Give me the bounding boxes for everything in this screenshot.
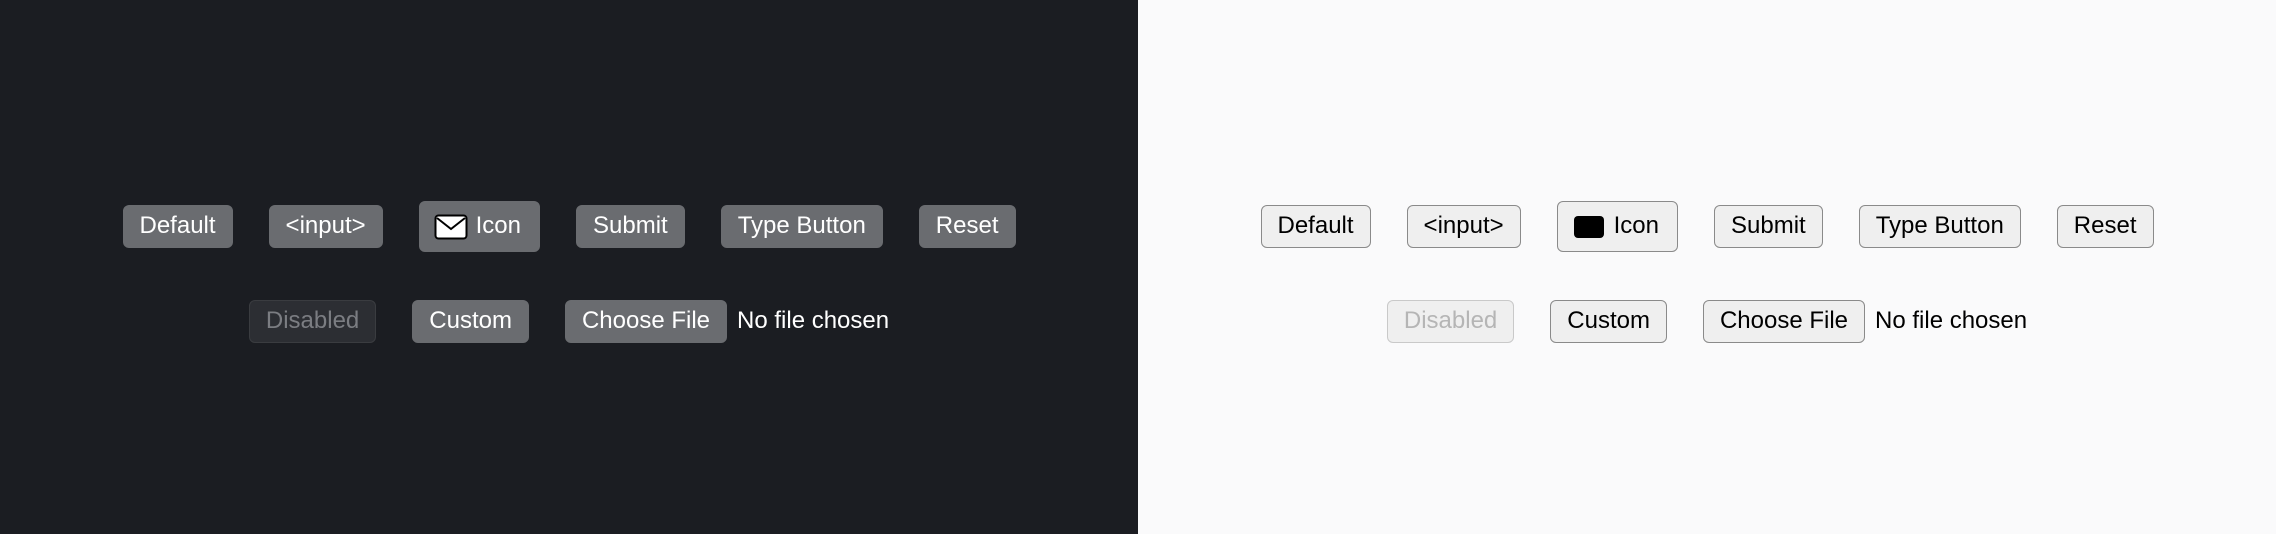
light-row-1: Default <input> Icon Submit Type Button … [1261,201,2154,252]
type-button-label: Type Button [1876,212,2004,241]
light-panel: Default <input> Icon Submit Type Button … [1138,0,2276,534]
solid-block-icon [1572,213,1606,241]
custom-button[interactable]: Custom [412,300,529,343]
submit-button-label: Submit [1731,212,1806,241]
choose-file-button[interactable]: Choose File [565,300,727,343]
disabled-button-label: Disabled [1404,307,1497,336]
dark-row-1: Default <input> Icon Submit Type Button … [123,201,1016,252]
custom-button[interactable]: Custom [1550,300,1667,343]
custom-button-label: Custom [429,307,512,336]
dark-panel: Default <input> Icon Submit Type Button … [0,0,1138,534]
icon-button-label: Icon [1614,212,1659,241]
default-button-label: Default [140,212,216,241]
choose-file-button-label: Choose File [1720,307,1848,336]
reset-button-label: Reset [2074,212,2137,241]
reset-button[interactable]: Reset [2057,205,2154,248]
type-button-label: Type Button [738,212,866,241]
input-button-label: <input> [286,212,366,241]
type-button[interactable]: Type Button [1859,205,2021,248]
choose-file-button[interactable]: Choose File [1703,300,1865,343]
input-button[interactable]: <input> [1407,205,1521,248]
disabled-button: Disabled [249,300,376,343]
reset-button[interactable]: Reset [919,205,1016,248]
disabled-button-label: Disabled [266,307,359,336]
icon-button-label: Icon [476,212,521,241]
submit-button-label: Submit [593,212,668,241]
submit-button[interactable]: Submit [1714,205,1823,248]
envelope-icon [434,213,468,241]
submit-button[interactable]: Submit [576,205,685,248]
default-button[interactable]: Default [1261,205,1371,248]
custom-button-label: Custom [1567,307,1650,336]
reset-button-label: Reset [936,212,999,241]
type-button[interactable]: Type Button [721,205,883,248]
file-input-group: Choose File No file chosen [1703,300,2027,343]
dark-row-2: Disabled Custom Choose File No file chos… [249,300,889,343]
input-button[interactable]: <input> [269,205,383,248]
light-row-2: Disabled Custom Choose File No file chos… [1387,300,2027,343]
default-button-label: Default [1278,212,1354,241]
disabled-button: Disabled [1387,300,1514,343]
input-button-label: <input> [1424,212,1504,241]
choose-file-button-label: Choose File [582,307,710,336]
file-status-text: No file chosen [1875,307,2027,335]
icon-button[interactable]: Icon [1557,201,1678,252]
default-button[interactable]: Default [123,205,233,248]
file-input-group: Choose File No file chosen [565,300,889,343]
icon-button[interactable]: Icon [419,201,540,252]
file-status-text: No file chosen [737,307,889,335]
